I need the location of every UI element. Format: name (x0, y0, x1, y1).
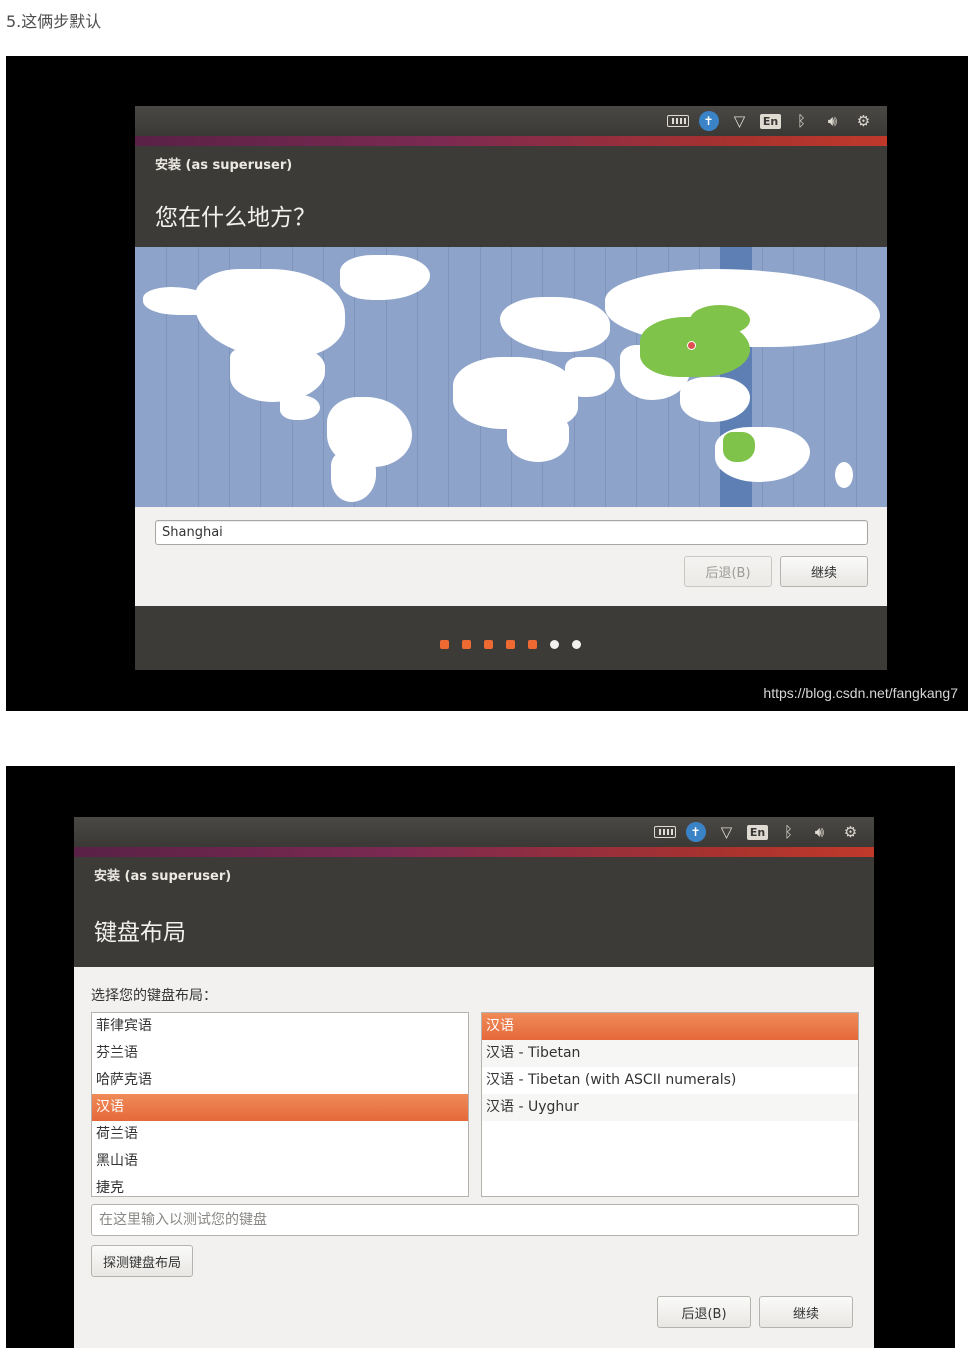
list-item[interactable]: 芬兰语 (92, 1040, 468, 1067)
layout-prompt: 选择您的键盘布局： (91, 988, 217, 1004)
page-title: 您在什么地方？ (155, 205, 316, 231)
progress-dot (440, 640, 449, 649)
land-south-america (331, 452, 376, 502)
accessibility-icon[interactable]: ✝ (680, 821, 711, 843)
window-title: 安装 (as superuser) (155, 158, 293, 173)
progress-dot (484, 640, 493, 649)
location-pin (687, 341, 696, 350)
land-europe (500, 297, 610, 352)
timezone-band (166, 247, 168, 507)
timezone-input[interactable] (155, 520, 868, 545)
list-item[interactable]: 汉语 - Tibetan (with ASCII numerals) (482, 1067, 858, 1094)
land-africa (507, 417, 569, 462)
land-arabia (565, 357, 615, 397)
list-item[interactable]: 捷克 (92, 1175, 468, 1196)
timezone-band (448, 247, 450, 507)
list-item[interactable]: 汉语 - Tibetan (482, 1040, 858, 1067)
language-indicator[interactable]: En (755, 110, 786, 132)
bluetooth-icon[interactable]: ᛒ (773, 821, 804, 843)
progress-footer (135, 606, 887, 670)
keyboard-test-input[interactable] (91, 1204, 859, 1236)
list-item[interactable]: 菲律宾语 (92, 1013, 468, 1040)
bluetooth-icon[interactable]: ᛒ (786, 110, 817, 132)
wifi-icon[interactable]: ▽ (724, 110, 755, 132)
wifi-icon[interactable]: ▽ (711, 821, 742, 843)
top-panel: ✝ ▽ En ᛒ 🔊︎ ⚙ (135, 106, 887, 136)
land-north-america (230, 347, 325, 402)
keyboard-variant-list[interactable]: 汉语 汉语 - Tibetan 汉语 - Tibetan (with ASCII n… (481, 1012, 859, 1197)
timezone-screenshot: ✝ ▽ En ᛒ 🔊︎ ⚙ 安装 (as superuser) 您在什么地方？ (6, 56, 968, 711)
system-tray: ✝ ▽ En ᛒ 🔊︎ ⚙ (649, 821, 866, 843)
page-title: 键盘布局 (94, 920, 186, 946)
list-item[interactable]: 哈萨克语 (92, 1067, 468, 1094)
keyboard-screenshot: ✝ ▽ En ᛒ 🔊︎ ⚙ 安装 (as superuser) 键盘布局 选择您… (6, 766, 955, 1348)
keyboard-layout-list[interactable]: 菲律宾语 芬兰语 哈萨克语 汉语 荷兰语 黑山语 捷克 (91, 1012, 469, 1197)
list-item[interactable]: 黑山语 (92, 1148, 468, 1175)
progress-dot (528, 640, 537, 649)
continue-button[interactable]: 继续 (759, 1296, 853, 1328)
settings-gear-icon[interactable]: ⚙ (835, 821, 866, 843)
list-item[interactable]: 汉语 - Uyghur (482, 1094, 858, 1121)
list-item[interactable]: 汉语 (92, 1094, 468, 1121)
keyboard-icon[interactable] (649, 821, 680, 843)
progress-dot (572, 640, 581, 649)
top-panel: ✝ ▽ En ᛒ 🔊︎ ⚙ (74, 817, 874, 847)
installer-window-timezone: ✝ ▽ En ᛒ 🔊︎ ⚙ 安装 (as superuser) 您在什么地方？ (135, 106, 887, 670)
window-header: 安装 (as superuser) 您在什么地方？ (135, 146, 887, 247)
system-tray: ✝ ▽ En ᛒ 🔊︎ ⚙ (662, 110, 879, 132)
volume-icon[interactable]: 🔊︎ (817, 110, 848, 132)
window-title: 安装 (as superuser) (94, 869, 232, 884)
detect-layout-button[interactable]: 探测键盘布局 (91, 1245, 193, 1277)
land-australia-highlighted (723, 432, 755, 462)
installer-window-keyboard: ✝ ▽ En ᛒ 🔊︎ ⚙ 安装 (as superuser) 键盘布局 选择您… (74, 817, 874, 1348)
settings-gear-icon[interactable]: ⚙ (848, 110, 879, 132)
progress-dot (550, 640, 559, 649)
timezone-band (855, 247, 857, 507)
progress-dot (506, 640, 515, 649)
back-button[interactable]: 后退(B) (657, 1296, 751, 1328)
keyboard-icon[interactable] (662, 110, 693, 132)
list-item[interactable]: 汉语 (482, 1013, 858, 1040)
land-new-zealand (835, 462, 853, 488)
land-china-highlighted (690, 305, 750, 335)
land-central-america (280, 395, 320, 420)
step-caption: 5.这俩步默认 (6, 12, 102, 31)
volume-icon[interactable]: 🔊︎ (804, 821, 835, 843)
language-indicator[interactable]: En (742, 821, 773, 843)
timezone-world-map[interactable] (135, 247, 887, 507)
accessibility-icon[interactable]: ✝ (693, 110, 724, 132)
back-button[interactable]: 后退(B) (684, 556, 772, 587)
watermark: https://blog.csdn.net/fangkang7 (763, 685, 958, 701)
progress-dots (440, 640, 581, 649)
accent-stripe (135, 136, 887, 146)
progress-dot (462, 640, 471, 649)
window-header: 安装 (as superuser) 键盘布局 (74, 857, 874, 967)
land-north-america (195, 269, 345, 359)
continue-button[interactable]: 继续 (780, 556, 868, 587)
accent-stripe (74, 847, 874, 857)
list-item[interactable]: 荷兰语 (92, 1121, 468, 1148)
